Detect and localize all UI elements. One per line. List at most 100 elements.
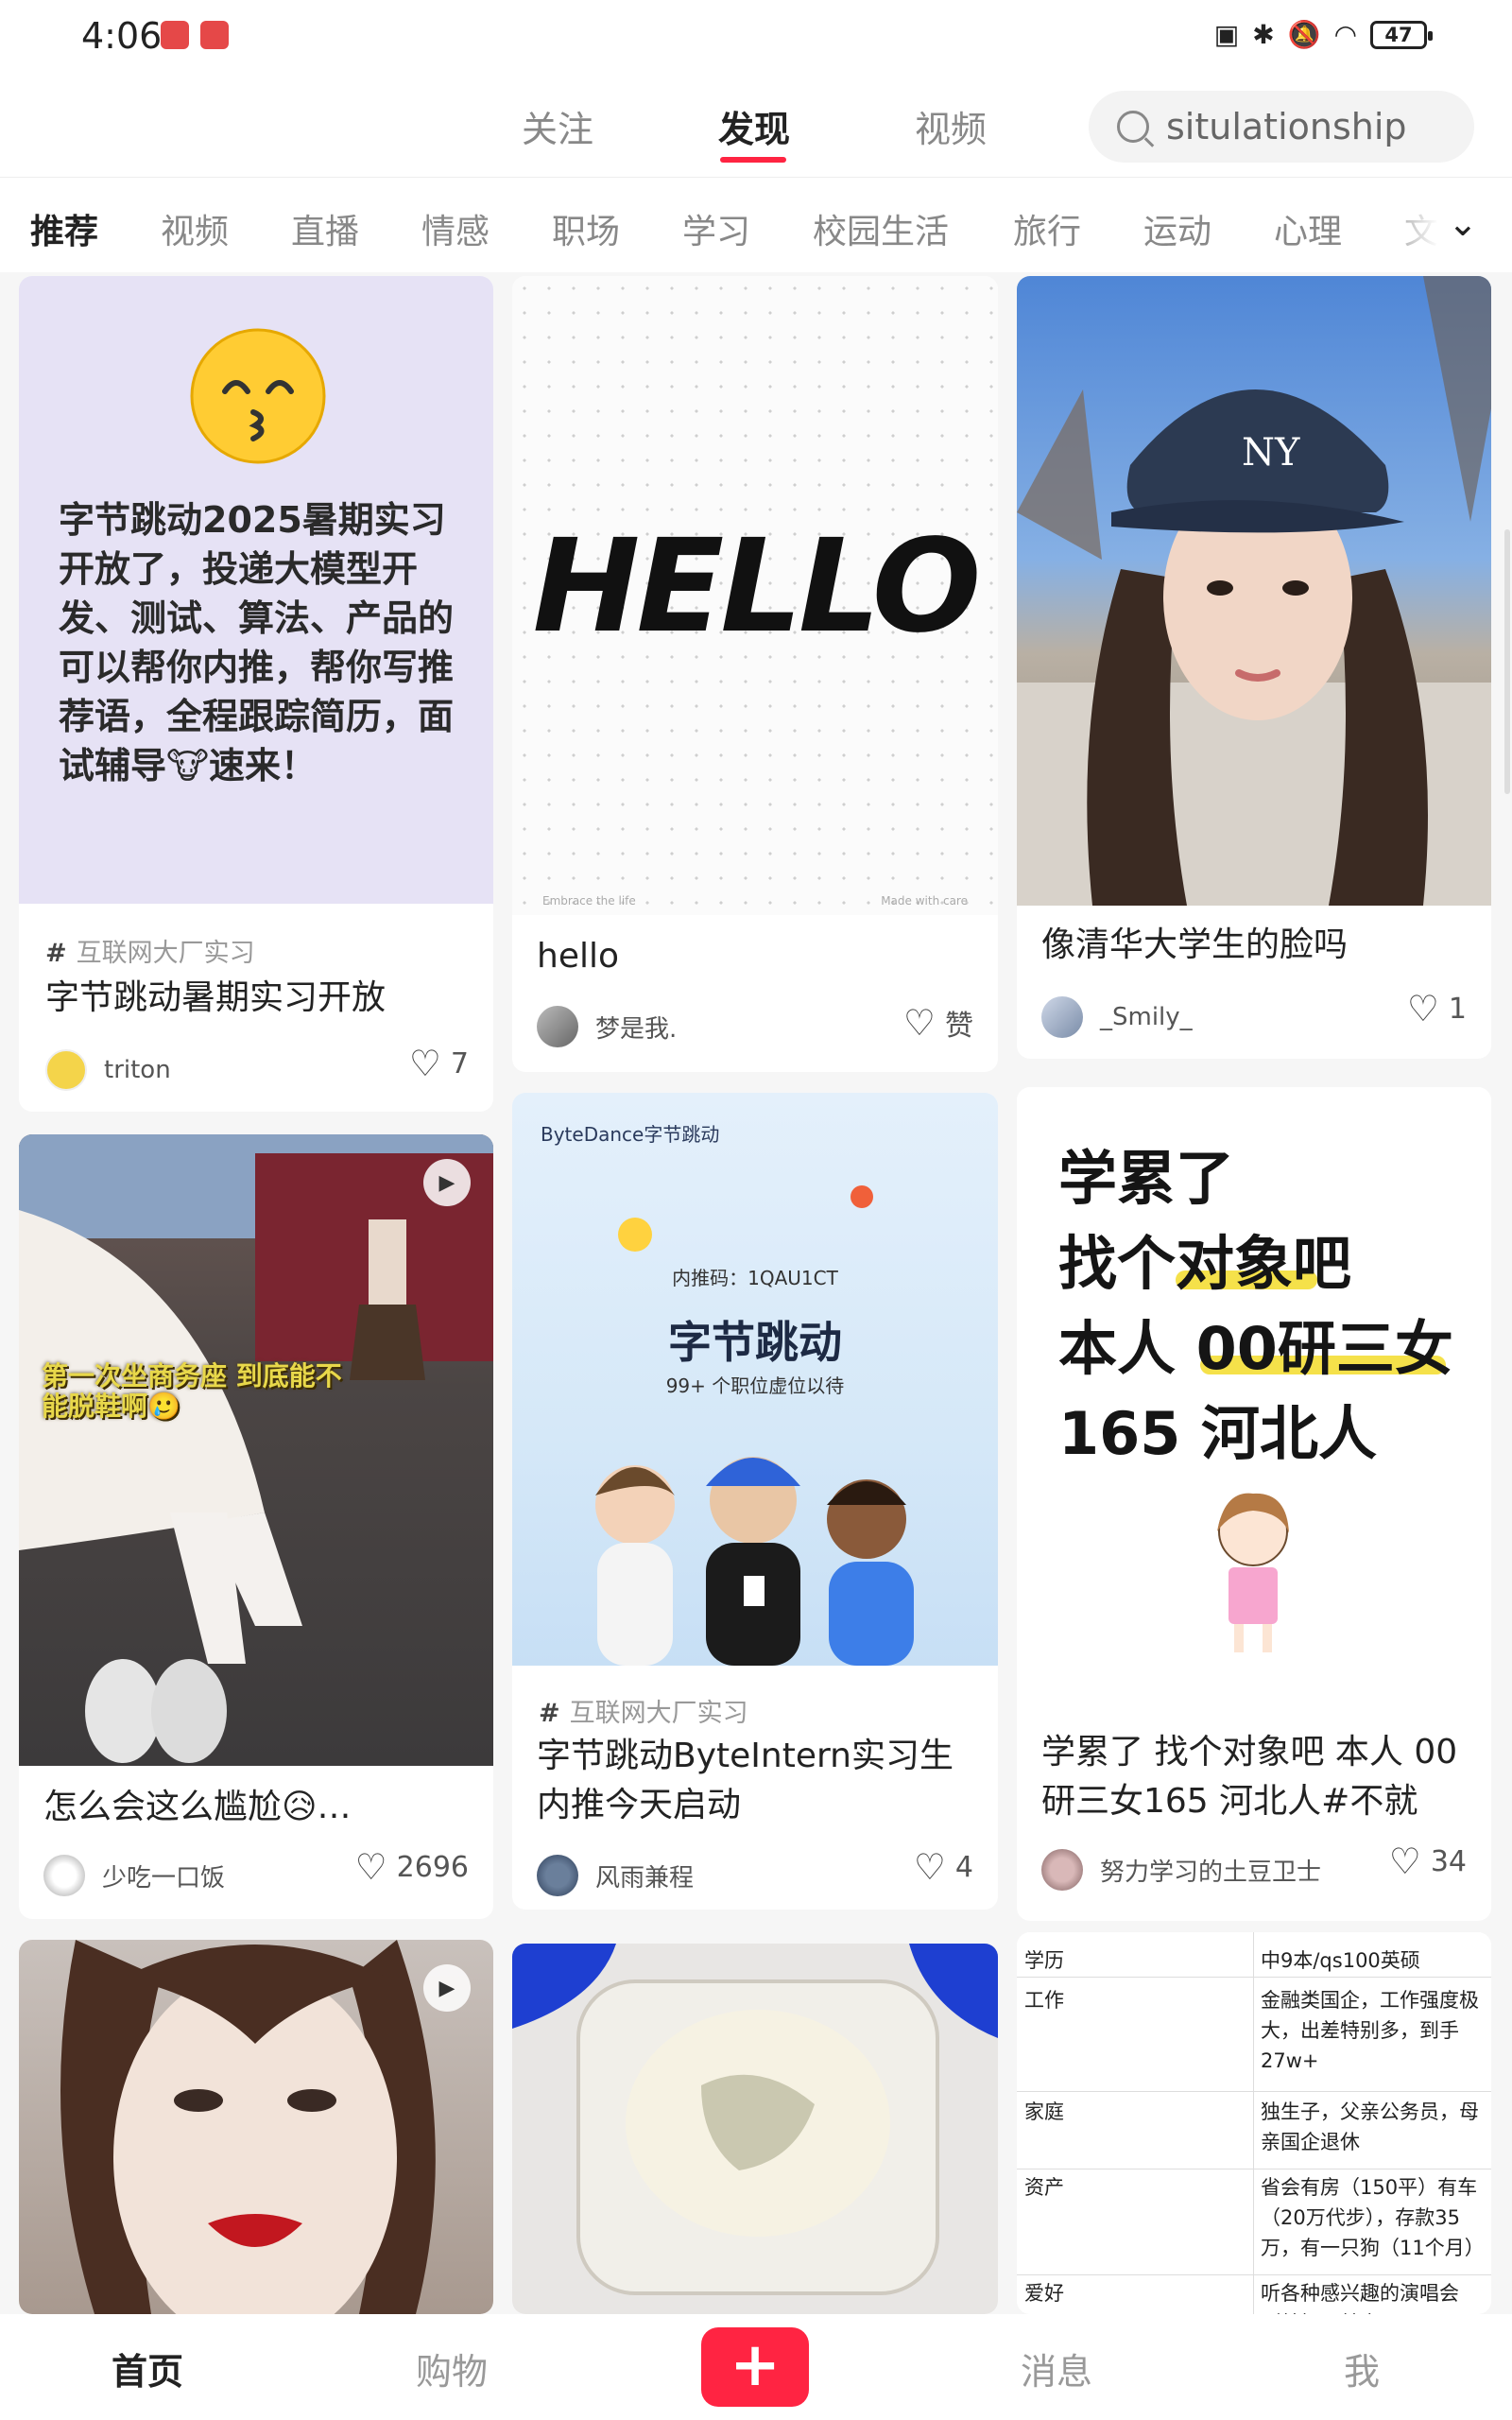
- nav-home[interactable]: 首页: [112, 2342, 183, 2394]
- card-author[interactable]: 梦是我.: [537, 1006, 677, 1047]
- bluetooth-icon: ✱: [1252, 19, 1275, 50]
- card-cover: 学累了 找个对象吧 本人 00研三女 165 河北人: [1017, 1087, 1491, 1717]
- category-study[interactable]: 学习: [682, 204, 750, 253]
- topic-tag[interactable]: # 互联网大厂实习: [539, 1692, 748, 1729]
- bottom-nav: 首页 购物 + 消息 我: [0, 2314, 1512, 2420]
- heart-icon: ♡: [408, 1043, 441, 1084]
- feed-card[interactable]: 字节跳动2025暑期实习开放了，投递大模型开发、测试、算法、产品的可以帮你内推，…: [19, 276, 493, 1112]
- avatar: [537, 1855, 578, 1896]
- category-live[interactable]: 直播: [291, 204, 359, 253]
- flower-icon: [850, 1185, 873, 1208]
- info-table: 学历 中9本/qs100英硕 工作 金融类国企，工作强度极大，出差特别多，到手2…: [1017, 1932, 1491, 2314]
- search-placeholder: situlationship: [1166, 106, 1407, 147]
- card-title: 怎么会这么尴尬😥…: [43, 1788, 352, 1826]
- status-time: 4:06: [81, 15, 163, 57]
- emoji-icon: [618, 1218, 652, 1252]
- notification-app-icon: [200, 21, 229, 49]
- kiss-emoji-icon: [190, 328, 326, 464]
- like-button[interactable]: ♡ 赞: [903, 1002, 973, 1044]
- like-button[interactable]: ♡ 1: [1407, 991, 1467, 1027]
- table-value: 独生子，父亲公务员，母亲国企退休: [1261, 2100, 1479, 2153]
- category-campus[interactable]: 校园生活: [813, 204, 949, 253]
- category-sports[interactable]: 运动: [1143, 204, 1211, 253]
- heart-icon: ♡: [1388, 1841, 1421, 1882]
- status-icons: ▣ ✱ 🔕 ◠ 47: [1213, 19, 1433, 50]
- like-button[interactable]: ♡ 7: [409, 1046, 469, 1081]
- card-author[interactable]: 努力学习的土豆卫士: [1041, 1849, 1321, 1891]
- avatar: [537, 1006, 578, 1047]
- card-cover: ▶: [19, 1940, 493, 2314]
- food-photo: [512, 1944, 998, 2295]
- feed-card[interactable]: 第一次坐商务座 到底能不能脱鞋啊🥲 ▶ 怎么会这么尴尬😥… 少吃一口饭 ♡ 26…: [19, 1134, 493, 1919]
- play-icon: ▶: [423, 1964, 471, 2012]
- like-count: 1: [1448, 992, 1467, 1026]
- feed-card[interactable]: ▶: [19, 1940, 493, 2314]
- nav-messages[interactable]: 消息: [1021, 2342, 1092, 2394]
- create-post-button[interactable]: +: [701, 2327, 809, 2407]
- like-count: 4: [954, 1850, 973, 1884]
- feed-card[interactable]: HELLO Embrace the life Made with care he…: [512, 276, 998, 1072]
- card-cover: ByteDance字节跳动 内推码：1QAU1CT 字节跳动 99+ 个职位虚位…: [512, 1093, 998, 1666]
- topic-tag[interactable]: # 互联网大厂实习: [45, 932, 255, 969]
- search-bar[interactable]: situlationship: [1089, 91, 1474, 163]
- category-psychology[interactable]: 心理: [1274, 204, 1342, 253]
- cover-text: 字节跳动2025暑期实习开放了，投递大模型开发、测试、算法、产品的可以帮你内推，…: [59, 499, 455, 786]
- avatar: [45, 1049, 87, 1091]
- mute-icon: 🔕: [1287, 19, 1321, 50]
- card-title: 字节跳动暑期实习开放: [45, 978, 387, 1017]
- category-video[interactable]: 视频: [161, 204, 229, 253]
- chevron-down-icon[interactable]: ⌄: [1448, 202, 1478, 244]
- card-author[interactable]: 风雨兼程: [537, 1855, 694, 1896]
- table-key: 家庭: [1024, 2100, 1064, 2123]
- heart-icon: ♡: [1406, 988, 1439, 1029]
- top-nav: 关注 发现 视频 situlationship: [0, 76, 1512, 178]
- tab-video[interactable]: 视频: [915, 100, 987, 152]
- nav-me[interactable]: 我: [1344, 2342, 1380, 2394]
- tab-discover[interactable]: 发现: [718, 100, 790, 152]
- author-name: 努力学习的土豆卫士: [1100, 1858, 1322, 1887]
- scrollbar[interactable]: [1504, 529, 1510, 794]
- battery-indicator: 47: [1370, 20, 1433, 49]
- tab-follow[interactable]: 关注: [522, 100, 593, 152]
- like-button[interactable]: ♡ 4: [914, 1849, 973, 1885]
- category-travel[interactable]: 旅行: [1013, 204, 1081, 253]
- author-name: 风雨兼程: [595, 1863, 695, 1893]
- play-icon: ▶: [423, 1159, 471, 1206]
- feed-card[interactable]: 学历 中9本/qs100英硕 工作 金融类国企，工作强度极大，出差特别多，到手2…: [1017, 1932, 1491, 2314]
- category-recommend[interactable]: 推荐: [30, 204, 98, 253]
- heart-icon: ♡: [913, 1846, 946, 1888]
- cast-icon: ▣: [1213, 19, 1240, 50]
- author-name: triton: [104, 1056, 171, 1084]
- nav-shopping[interactable]: 购物: [416, 2342, 488, 2394]
- like-count: 34: [1430, 1844, 1467, 1878]
- notification-app-icon: [161, 21, 189, 49]
- card-author[interactable]: _Smily_: [1041, 996, 1193, 1038]
- category-workplace[interactable]: 职场: [552, 204, 620, 253]
- feed-card[interactable]: 学累了 找个对象吧 本人 00研三女 165 河北人 学累了 找个对象吧 本人 …: [1017, 1087, 1491, 1921]
- feed-card[interactable]: [512, 1944, 998, 2314]
- table-key: 资产: [1024, 2176, 1064, 2199]
- table-value: 中9本/qs100英硕: [1261, 1949, 1420, 1972]
- table-value: 金融类国企，工作强度极大，出差特别多，到手27w+: [1261, 1989, 1479, 2072]
- card-title: 学累了 找个对象吧 本人 00研三女165 河北人#不就是…: [1041, 1733, 1458, 1821]
- author-name: _Smily_: [1100, 1003, 1193, 1031]
- characters-illustration: [595, 1457, 914, 1666]
- like-button[interactable]: ♡ 34: [1389, 1843, 1467, 1879]
- feed-card[interactable]: ByteDance字节跳动 内推码：1QAU1CT 字节跳动 99+ 个职位虚位…: [512, 1093, 998, 1910]
- like-button[interactable]: ♡ 2696: [355, 1849, 469, 1885]
- cover-subheadline: 99+ 个职位虚位以待: [665, 1374, 845, 1397]
- card-author[interactable]: 少吃一口饭: [43, 1855, 225, 1896]
- avatar: [43, 1855, 85, 1896]
- category-emotion[interactable]: 情感: [421, 204, 490, 253]
- table-value: 省会有房（150平）有车（20万代步），存款35万，有一只狗（11个月）: [1261, 2176, 1485, 2259]
- cover-text: HELLO: [532, 512, 982, 662]
- feed-card[interactable]: NY 像清华大学生的脸吗 _Smily_ ♡ 1: [1017, 276, 1491, 1059]
- table-key: 学历: [1024, 1949, 1064, 1972]
- card-author[interactable]: triton: [45, 1049, 171, 1091]
- card-cover: 字节跳动2025暑期实习开放了，投递大模型开发、测试、算法、产品的可以帮你内推，…: [19, 276, 493, 904]
- wifi-icon: ◠: [1333, 19, 1357, 50]
- avatar: [1041, 996, 1083, 1038]
- table-value: 听各种感兴趣的演唱会（林忆、林宥: [1261, 2282, 1459, 2314]
- cover-brand: ByteDance字节跳动: [541, 1123, 720, 1146]
- heart-icon: ♡: [354, 1846, 387, 1888]
